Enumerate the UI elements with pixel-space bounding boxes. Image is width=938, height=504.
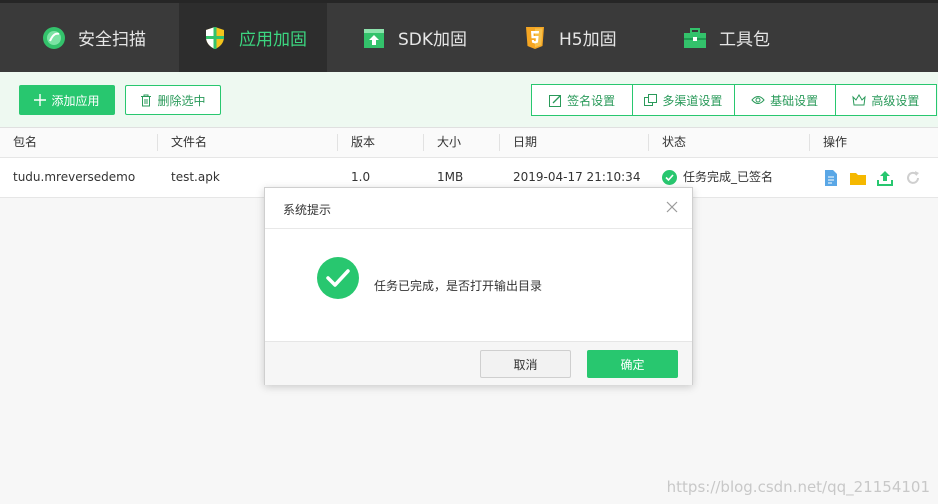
advanced-settings-label: 高级设置	[871, 93, 920, 108]
dialog-body: 任务已完成，是否打开输出目录	[265, 229, 692, 341]
column-header-version[interactable]: 版本	[351, 128, 375, 157]
tab-label: SDK加固	[398, 30, 468, 50]
tab-label: 安全扫描	[78, 30, 146, 50]
dialog-message: 任务已完成，是否打开输出目录	[374, 279, 543, 293]
delete-selected-button[interactable]: 删除选中	[125, 85, 221, 115]
delete-selected-label: 删除选中	[157, 93, 206, 108]
column-divider	[499, 134, 500, 151]
confirm-button[interactable]: 确定	[587, 350, 678, 378]
tab-label: H5加固	[559, 30, 617, 50]
tab-app-hardening[interactable]: 应用加固	[179, 3, 327, 72]
upload-icon[interactable]	[876, 169, 894, 187]
top-navigation: 安全扫描 应用加固 SDK加固 H5加固 工具包	[0, 0, 938, 72]
tab-label: 应用加固	[239, 30, 307, 50]
toolbox-icon	[683, 26, 707, 50]
column-divider	[337, 134, 338, 151]
basic-settings-button[interactable]: 基础设置	[735, 85, 836, 115]
plus-icon	[34, 94, 47, 106]
settings-button-group: 签名设置 多渠道设置 基础设置 高级设置	[531, 84, 937, 116]
system-prompt-dialog: 系统提示 任务已完成，是否打开输出目录 取消 确定	[264, 187, 693, 385]
sdk-upload-icon	[362, 26, 386, 50]
folder-icon[interactable]	[849, 169, 867, 187]
dialog-title: 系统提示	[283, 203, 332, 217]
status-text: 任务完成_已签名	[683, 170, 774, 184]
advanced-settings-button[interactable]: 高级设置	[836, 85, 936, 115]
column-header-filename[interactable]: 文件名	[171, 128, 207, 157]
tab-security-scan[interactable]: 安全扫描	[42, 3, 146, 72]
add-app-label: 添加应用	[51, 93, 100, 108]
multi-channel-icon	[644, 93, 658, 106]
close-icon[interactable]	[664, 199, 680, 215]
watermark: https://blog.csdn.net/qq_21154101	[666, 478, 930, 496]
signature-settings-button[interactable]: 签名设置	[532, 85, 634, 115]
multi-channel-settings-label: 多渠道设置	[662, 93, 723, 108]
column-header-date[interactable]: 日期	[513, 128, 537, 157]
document-icon[interactable]	[822, 169, 840, 187]
shield-icon	[203, 26, 227, 50]
basic-settings-eye-icon	[751, 96, 765, 104]
success-check-icon	[317, 257, 359, 299]
refresh-icon[interactable]	[904, 169, 922, 187]
column-header-status[interactable]: 状态	[662, 128, 686, 157]
add-app-button[interactable]: 添加应用	[19, 85, 115, 115]
column-divider	[157, 134, 158, 151]
multi-channel-settings-button[interactable]: 多渠道设置	[633, 85, 735, 115]
cell-filename: test.apk	[171, 170, 220, 184]
tab-sdk-hardening[interactable]: SDK加固	[362, 3, 467, 72]
trash-icon	[141, 94, 152, 106]
signature-settings-label: 签名设置	[567, 93, 616, 108]
crown-icon	[852, 94, 867, 106]
cancel-button[interactable]: 取消	[480, 350, 571, 378]
column-divider	[423, 134, 424, 151]
column-divider	[809, 134, 810, 151]
check-circle-icon	[662, 170, 677, 185]
toolbar: 添加应用 删除选中 签名设置 多渠道设置 基础设置 高级设置	[0, 72, 938, 128]
tab-toolbox[interactable]: 工具包	[683, 3, 770, 72]
html5-icon	[523, 26, 547, 50]
cell-package: tudu.mreversedemo	[13, 170, 136, 184]
tab-h5-hardening[interactable]: H5加固	[523, 3, 617, 72]
table-header: 包名 文件名 版本 大小 日期 状态 操作	[0, 128, 938, 158]
basic-settings-label: 基础设置	[770, 93, 819, 108]
column-header-actions: 操作	[823, 135, 848, 149]
column-header-package[interactable]: 包名	[13, 128, 37, 157]
security-scan-icon	[42, 26, 66, 50]
column-header-size[interactable]: 大小	[437, 128, 461, 157]
tab-label: 工具包	[719, 30, 770, 50]
column-divider	[648, 134, 649, 151]
dialog-footer: 取消 确定	[265, 341, 692, 385]
signature-edit-icon	[549, 94, 562, 107]
